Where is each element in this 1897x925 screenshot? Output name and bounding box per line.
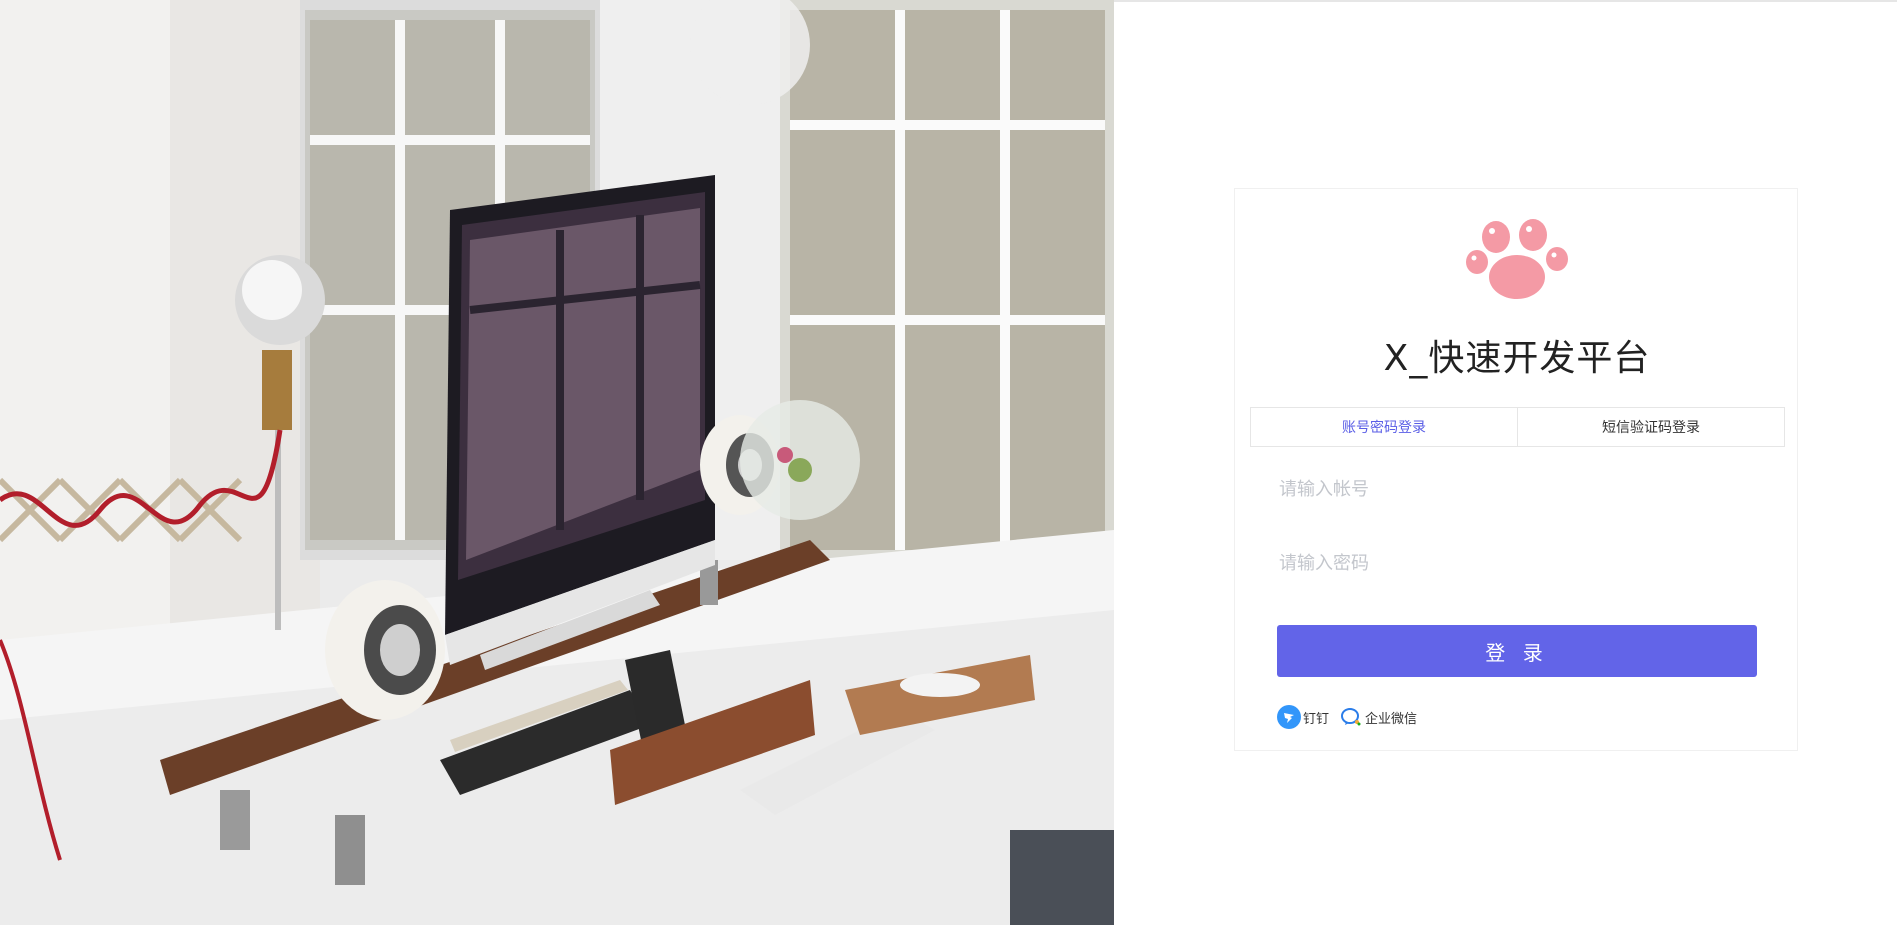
password-input[interactable]: [1277, 541, 1761, 585]
wecom-icon: [1341, 708, 1361, 726]
login-tabs: 账号密码登录 短信验证码登录: [1250, 407, 1785, 447]
wecom-label: 企业微信: [1365, 711, 1418, 727]
tab-sms-code[interactable]: 短信验证码登录: [1517, 408, 1784, 446]
workspace-photo: [0, 0, 1114, 925]
login-card: X_快速开发平台 账号密码登录 短信验证码登录 登 录 钉钉: [1234, 188, 1798, 751]
dingtalk-label: 钉钉: [1303, 711, 1330, 727]
wecom-login[interactable]: 企业微信: [1339, 705, 1417, 729]
third-party-login: 钉钉 企业微信: [1277, 705, 1417, 729]
platform-title: X_快速开发平台: [1383, 338, 1651, 379]
desk-illustration: [0, 0, 1114, 925]
dingtalk-login[interactable]: 钉钉: [1277, 705, 1329, 729]
dingtalk-icon: [1277, 705, 1301, 729]
login-page: X_快速开发平台 账号密码登录 短信验证码登录 登 录 钉钉: [0, 0, 1897, 925]
username-input[interactable]: [1277, 467, 1761, 511]
paw-icon: [1466, 219, 1568, 299]
login-button[interactable]: 登 录: [1277, 625, 1757, 677]
tab-account-password[interactable]: 账号密码登录: [1251, 408, 1517, 446]
